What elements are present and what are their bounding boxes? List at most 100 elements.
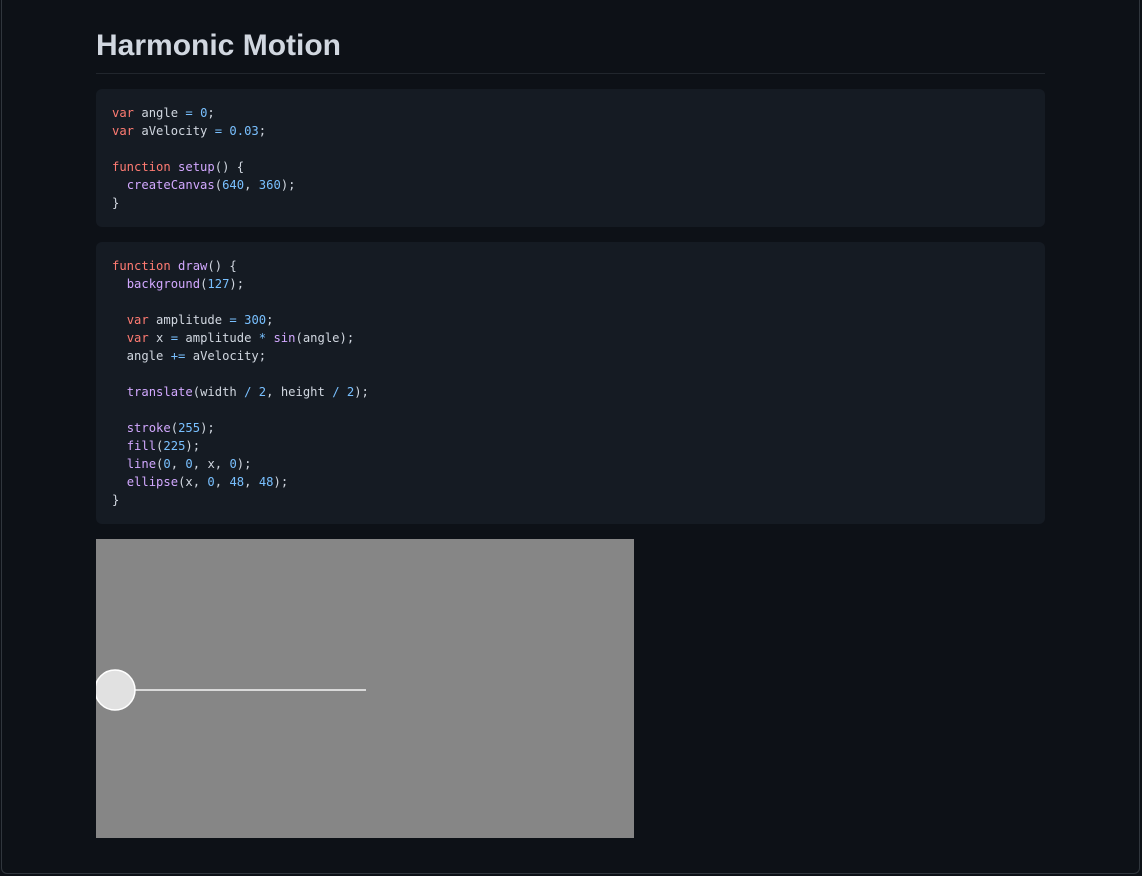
code-token: var	[112, 124, 135, 138]
sketch-svg	[96, 539, 634, 838]
code-token: 0	[229, 457, 237, 471]
oscillating-ball	[96, 669, 136, 711]
code-token: 225	[163, 439, 186, 453]
code-line: var amplitude = 300;	[112, 313, 274, 327]
code-line: }	[112, 493, 119, 507]
code-token: );	[354, 385, 369, 399]
code-line: stroke(255);	[112, 421, 215, 435]
code-token: translate	[126, 385, 193, 399]
code-token: (angle);	[295, 331, 355, 345]
code-line: }	[112, 196, 119, 210]
code-line: function setup() {	[112, 160, 244, 174]
code-token: (	[170, 421, 179, 435]
code-line: var aVelocity = 0.03;	[112, 124, 266, 138]
canvas-background	[96, 539, 634, 838]
code-token: 0	[163, 457, 171, 471]
code-token: /	[332, 385, 340, 399]
code-token: background	[126, 277, 201, 291]
code-token: sin	[273, 331, 296, 345]
code-line: ellipse(x, 0, 48, 48);	[112, 475, 289, 489]
code-block-setup[interactable]: var angle = 0; var aVelocity = 0.03; fun…	[96, 89, 1045, 227]
code-line: line(0, 0, x, 0);	[112, 457, 252, 471]
code-token: );	[280, 178, 296, 192]
code-line: var x = amplitude * sin(angle);	[112, 331, 355, 345]
code-token: line	[126, 457, 157, 471]
code-line: fill(225);	[112, 439, 200, 453]
code-token: x	[148, 331, 171, 345]
code-token: 48	[229, 475, 245, 489]
code-token: }	[112, 196, 120, 210]
code-token: );	[236, 457, 252, 471]
code-token: amplitude	[178, 331, 259, 345]
page-title: Harmonic Motion	[96, 0, 1045, 74]
code-token: function	[112, 160, 171, 174]
code-token: );	[185, 439, 201, 453]
code-line: angle += aVelocity;	[112, 349, 266, 363]
code-token: =	[185, 106, 193, 120]
code-line: translate(width / 2, height / 2);	[112, 385, 369, 399]
code-line: var angle = 0;	[112, 106, 215, 120]
code-token: );	[273, 475, 289, 489]
code-token: var	[112, 106, 135, 120]
code-token: 360	[258, 178, 281, 192]
code-token: , x,	[192, 457, 230, 471]
code-token: (width	[192, 385, 245, 399]
code-token: ;	[266, 313, 274, 327]
code-token: ;	[258, 124, 267, 138]
code-token: 0	[185, 457, 193, 471]
code-token: fill	[126, 439, 157, 453]
code-token: );	[229, 277, 245, 291]
code-token: ;	[207, 106, 215, 120]
code-token: aVelocity	[134, 124, 215, 138]
code-token: 300	[244, 313, 267, 327]
code-token: (	[214, 178, 223, 192]
code-token: var	[126, 313, 149, 327]
main-content: Harmonic Motion var angle = 0; var aVelo…	[96, 0, 1045, 524]
code-token: createCanvas	[126, 178, 215, 192]
code-token: () {	[214, 160, 245, 174]
code-token: amplitude	[148, 313, 230, 327]
code-token: setup	[178, 160, 215, 174]
code-token: =	[214, 124, 223, 138]
code-token: =	[170, 331, 179, 345]
code-token: 0	[207, 475, 215, 489]
code-token: =	[229, 313, 237, 327]
code-token: ,	[244, 475, 259, 489]
code-line: function draw() {	[112, 259, 237, 273]
code-block-draw[interactable]: function draw() { background(127); var a…	[96, 242, 1045, 524]
code-token: ,	[244, 178, 259, 192]
code-token: stroke	[126, 421, 171, 435]
code-token: 127	[207, 277, 230, 291]
code-token: ,	[214, 475, 230, 489]
code-token: var	[126, 331, 149, 345]
sketch-canvas[interactable]	[96, 539, 634, 838]
code-token: 640	[222, 178, 245, 192]
code-token: aVelocity;	[185, 349, 267, 363]
code-token: , height	[266, 385, 333, 399]
code-token: }	[112, 493, 120, 507]
code-token: 255	[178, 421, 201, 435]
code-token: ,	[170, 457, 186, 471]
code-token: ellipse	[126, 475, 179, 489]
code-token: (x,	[178, 475, 208, 489]
code-token: angle	[112, 349, 171, 363]
code-token: function	[112, 259, 171, 273]
code-token: );	[200, 421, 215, 435]
code-token: +=	[170, 349, 186, 363]
code-line: background(127);	[112, 277, 244, 291]
code-token: angle	[134, 106, 186, 120]
code-token: draw	[178, 259, 208, 273]
